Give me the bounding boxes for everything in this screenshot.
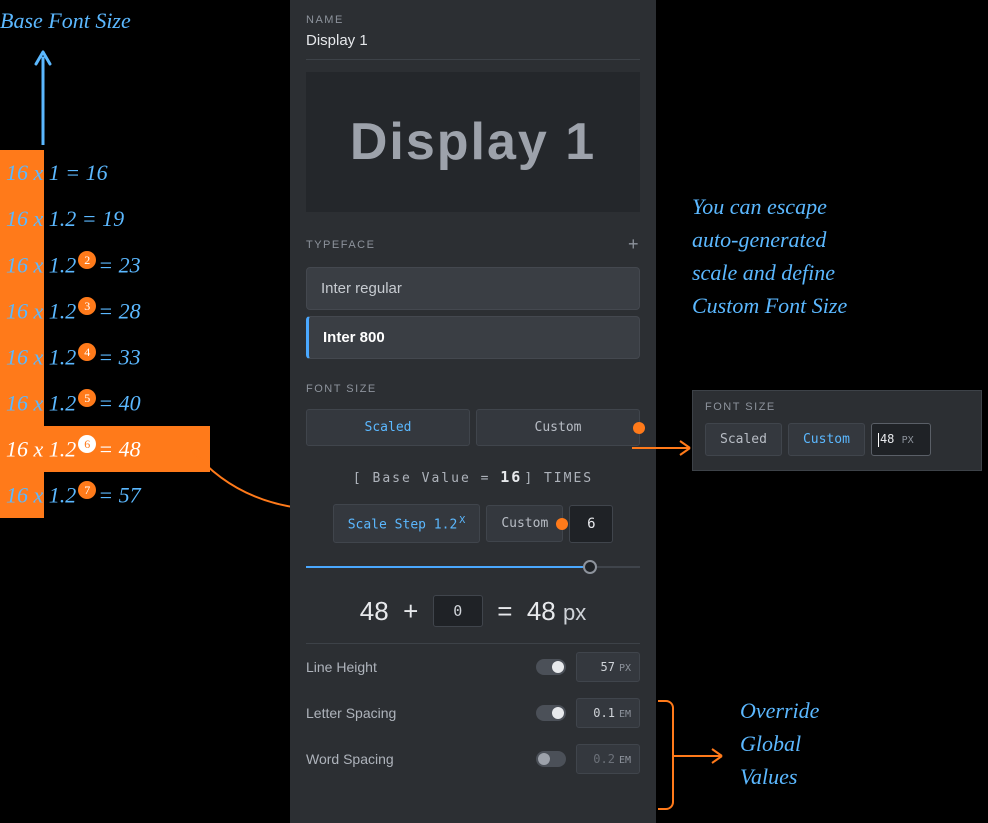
add-typeface-icon[interactable]: + [628,234,640,255]
typography-panel: NAME Display 1 Display 1 TYPEFACE + Inte… [290,0,656,823]
scale-row-1: 16 x 1.2 = 19 [0,196,210,242]
mini-tab-scaled[interactable]: Scaled [705,423,782,456]
annotation-custom-escape: You can escape auto-generated scale and … [692,190,982,322]
scale-row-5: 16 x 1.25= 40 [0,380,210,426]
callout-dot-icon [556,518,568,530]
letter-spacing-input[interactable]: 0.1EM [576,698,640,728]
adjust-input[interactable]: 0 [433,595,483,627]
prop-letter-spacing: Letter Spacing 0.1EM [290,690,656,736]
prop-word-spacing: Word Spacing 0.2EM [290,736,656,782]
scale-row-2: 16 x 1.22= 23 [0,242,210,288]
annotation-override: Override Global Values [740,694,819,793]
letter-spacing-toggle[interactable] [536,705,566,721]
mini-fontsize-label: FONT SIZE [705,401,969,413]
name-value[interactable]: Display 1 [290,32,656,59]
line-height-toggle[interactable] [536,659,566,675]
arrow-up-icon [33,50,53,145]
result-formula: 48 + 0 = 48 px [290,595,656,627]
divider [306,59,640,60]
base-formula: [ Base Value = 16] TIMES [290,468,656,486]
mini-fontsize-panel: FONT SIZE Scaled Custom 48 PX [692,390,982,471]
callout-dot-icon [633,422,645,434]
scale-custom-button[interactable]: Custom [486,505,563,542]
scale-row-3: 16 x 1.23= 28 [0,288,210,334]
scale-row-6-highlight: 16 x 1.26= 48 [0,426,210,472]
font-option-0[interactable]: Inter regular [306,267,640,310]
scale-slider[interactable] [306,557,640,577]
scale-step-row: Scale Step 1.2X Custom 6 [290,504,656,543]
fontsize-label: FONT SIZE [290,365,656,401]
mini-fontsize-input[interactable]: 48 PX [871,423,931,456]
scale-column: 16 x 1 = 16 16 x 1.2 = 19 16 x 1.22= 23 … [0,150,210,518]
tab-scaled[interactable]: Scaled [306,409,470,446]
scale-row-0: 16 x 1 = 16 [0,150,210,196]
annotation-base-font-size: Base Font Size [0,8,131,34]
arrow-override-icon [674,746,734,766]
scale-row-4: 16 x 1.24= 33 [0,334,210,380]
bracket-icon [658,700,674,810]
scale-step-button[interactable]: Scale Step 1.2X [333,504,481,543]
line-height-input[interactable]: 57PX [576,652,640,682]
name-label: NAME [290,0,656,32]
typeface-label: TYPEFACE [306,239,375,251]
word-spacing-input[interactable]: 0.2EM [576,744,640,774]
tab-custom[interactable]: Custom [476,409,640,446]
scale-step-input[interactable]: 6 [569,505,613,543]
scale-row-7: 16 x 1.27= 57 [0,472,210,518]
preview-box: Display 1 [306,72,640,212]
mini-tab-custom[interactable]: Custom [788,423,865,456]
prop-line-height: Line Height 57PX [290,644,656,690]
font-option-1[interactable]: Inter 800 [306,316,640,359]
slider-thumb-icon[interactable] [583,560,597,574]
word-spacing-toggle[interactable] [536,751,566,767]
